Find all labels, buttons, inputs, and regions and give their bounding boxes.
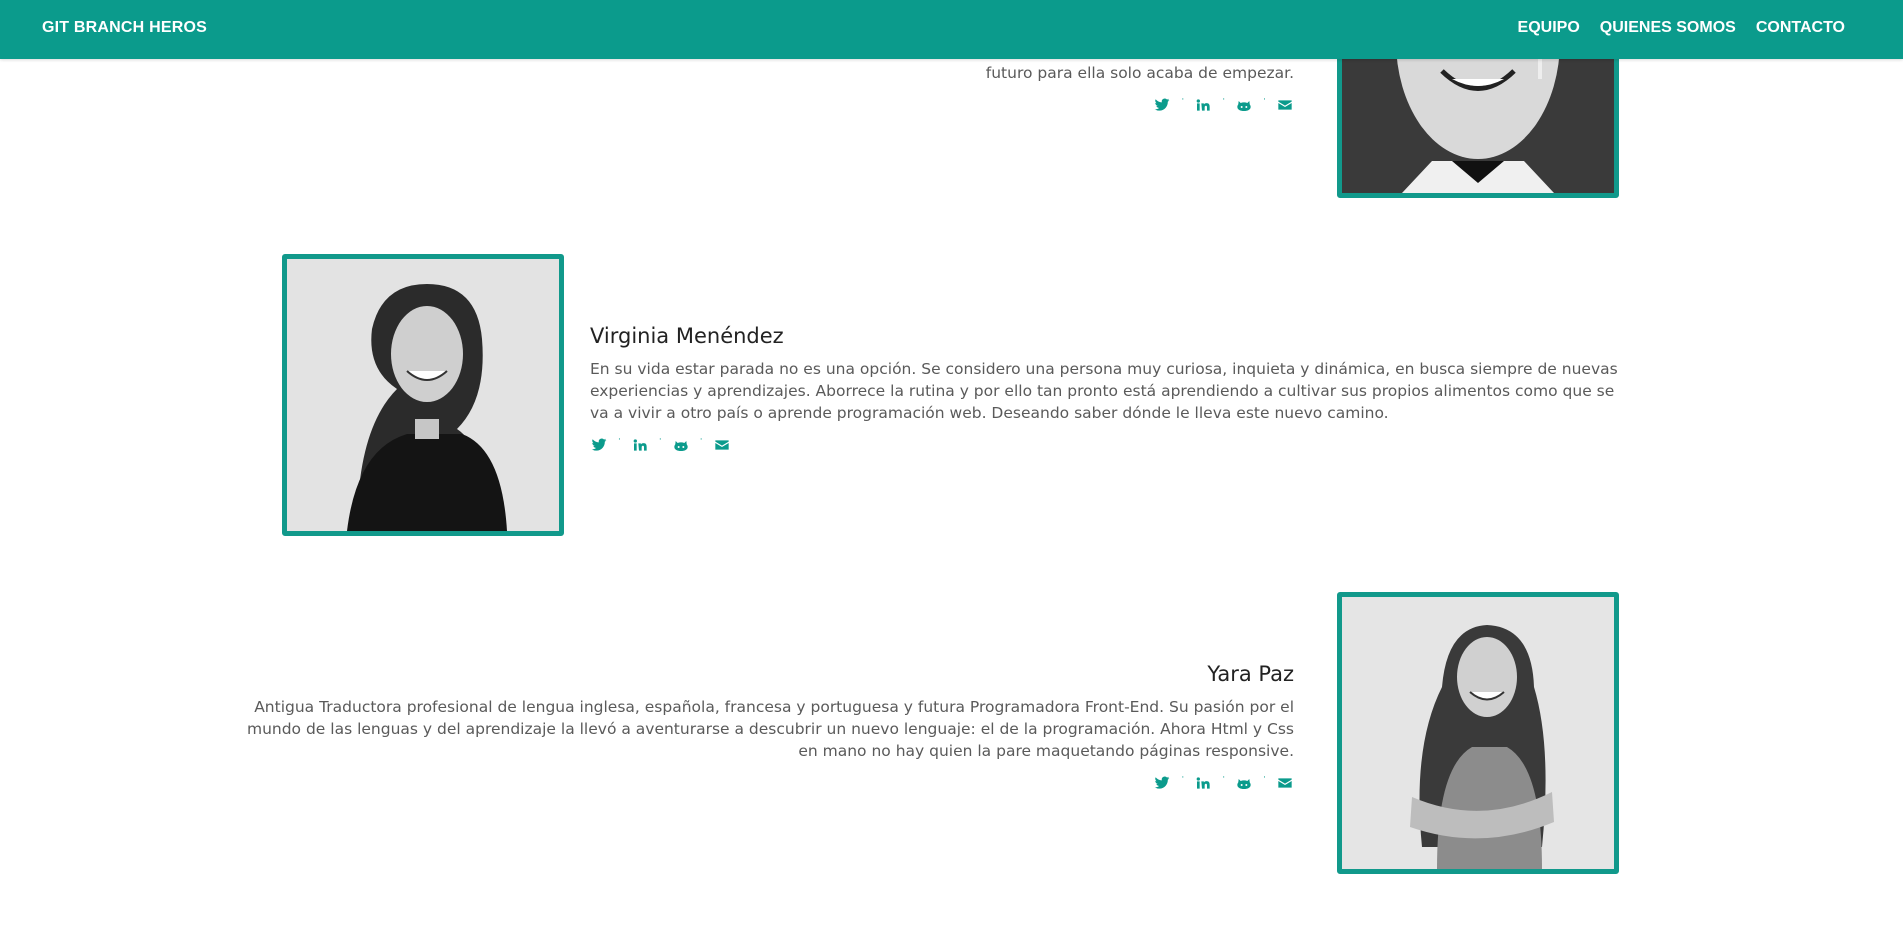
separator-dot: · [1181, 772, 1185, 783]
separator-dot: · [1222, 94, 1226, 105]
member-name: Yara Paz [1207, 662, 1294, 686]
linkedin-icon[interactable] [1194, 96, 1212, 114]
member-card: Yara Paz Antigua Traductora profesional … [247, 592, 1619, 874]
envelope-icon[interactable] [1276, 774, 1294, 792]
twitter-icon[interactable] [1153, 774, 1171, 792]
nav-links: EQUIPO QUIENES SOMOS CONTACTO [1518, 19, 1845, 37]
github-icon[interactable] [672, 436, 690, 454]
linkedin-icon[interactable] [1194, 774, 1212, 792]
member-photo [1337, 592, 1619, 874]
separator-dot: · [1222, 772, 1226, 783]
social-links: · · · [274, 94, 1294, 114]
member-card: Virginia Menéndez En su vida estar parad… [282, 254, 1620, 536]
member-bio: Antigua Traductora profesional de lengua… [246, 698, 1294, 760]
nav-link-equipo[interactable]: EQUIPO [1518, 19, 1580, 37]
twitter-icon[interactable] [1153, 96, 1171, 114]
separator-dot: · [699, 434, 703, 445]
nav-link-quienes-somos[interactable]: QUIENES SOMOS [1600, 19, 1736, 37]
navbar: GIT BRANCH HEROS EQUIPO QUIENES SOMOS CO… [0, 0, 1903, 59]
member-bio: futuro para ella solo acaba de empezar. [985, 64, 1294, 82]
envelope-icon[interactable] [1276, 96, 1294, 114]
separator-dot: · [658, 434, 662, 445]
member-name: Virginia Menéndez [590, 324, 784, 348]
separator-dot: · [1263, 94, 1266, 105]
member-photo [282, 254, 564, 536]
envelope-icon[interactable] [713, 436, 731, 454]
separator-dot: · [1263, 772, 1266, 783]
separator-dot: · [618, 434, 621, 445]
twitter-icon[interactable] [590, 436, 608, 454]
separator-dot: · [1181, 94, 1185, 105]
github-icon[interactable] [1235, 96, 1253, 114]
brand-logo[interactable]: GIT BRANCH HEROS [42, 19, 207, 37]
nav-link-contacto[interactable]: CONTACTO [1756, 19, 1845, 37]
social-links: · · · [590, 434, 1620, 454]
linkedin-icon[interactable] [631, 436, 649, 454]
social-links: · · · [244, 772, 1294, 792]
github-icon[interactable] [1235, 774, 1253, 792]
member-bio: En su vida estar parada no es una opción… [590, 360, 1618, 422]
